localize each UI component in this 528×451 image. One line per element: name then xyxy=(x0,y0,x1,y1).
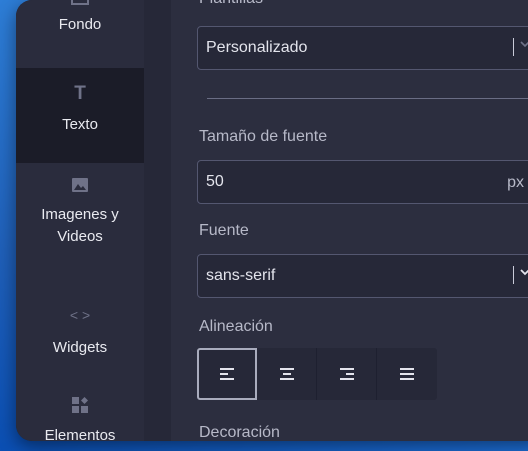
sidebar: Fondo T Texto Imagenes y Videos < > Widg… xyxy=(16,0,144,441)
font-size-label: Tamaño de fuente xyxy=(199,128,328,145)
align-left-button[interactable] xyxy=(197,348,257,400)
select-separator xyxy=(513,266,514,284)
plantillas-label: Plantillas xyxy=(199,0,263,8)
font-select[interactable]: sans-serif xyxy=(197,254,528,298)
photo-icon xyxy=(16,178,144,192)
align-center-icon xyxy=(279,368,294,380)
sidebar-item-elementos[interactable]: Elementos xyxy=(16,397,144,441)
sidebar-item-label-line1: Imagenes y xyxy=(41,206,119,223)
settings-panel: Fondo T Texto Imagenes y Videos < > Widg… xyxy=(16,0,528,441)
align-justify-button[interactable] xyxy=(377,348,437,400)
align-right-button[interactable] xyxy=(317,348,377,400)
font-size-value: 50 xyxy=(206,173,224,190)
sidebar-item-fondo[interactable]: Fondo xyxy=(16,0,144,62)
align-center-button[interactable] xyxy=(257,348,317,400)
section-divider xyxy=(207,98,528,99)
align-left-icon xyxy=(220,368,234,380)
font-value: sans-serif xyxy=(206,267,276,284)
decoration-label: Decoración xyxy=(199,424,280,441)
sidebar-item-widgets[interactable]: < > Widgets xyxy=(16,305,144,365)
sidebar-item-label: Widgets xyxy=(52,339,108,356)
plantilla-value: Personalizado xyxy=(206,39,308,56)
elements-icon xyxy=(16,397,144,413)
align-label: Alineación xyxy=(199,318,273,335)
sidebar-item-label-line2: Videos xyxy=(57,228,103,245)
code-icon: < > xyxy=(69,307,91,323)
sidebar-item-imagenes-y-videos[interactable]: Imagenes y Videos xyxy=(16,176,144,266)
sidebar-item-texto[interactable]: T Texto xyxy=(16,68,144,163)
sidebar-gutter xyxy=(144,0,171,441)
plantilla-select[interactable]: Personalizado xyxy=(197,26,528,70)
select-separator xyxy=(513,38,514,56)
text-icon: T xyxy=(74,83,86,104)
font-size-input[interactable]: 50 px xyxy=(197,160,528,204)
sidebar-item-label: Elementos xyxy=(44,427,116,441)
sidebar-item-label: Texto xyxy=(62,116,98,133)
align-button-group xyxy=(197,348,437,400)
font-size-unit: px xyxy=(507,174,524,191)
sidebar-item-label: Fondo xyxy=(58,16,102,33)
chevron-down-icon[interactable] xyxy=(519,37,528,53)
text-settings: Plantillas Personalizado Tamaño de fuent… xyxy=(171,0,528,441)
font-label: Fuente xyxy=(199,222,249,239)
image-icon xyxy=(16,0,144,10)
align-right-icon xyxy=(339,368,354,380)
chevron-down-icon[interactable] xyxy=(519,265,528,281)
align-justify-icon xyxy=(400,368,414,380)
